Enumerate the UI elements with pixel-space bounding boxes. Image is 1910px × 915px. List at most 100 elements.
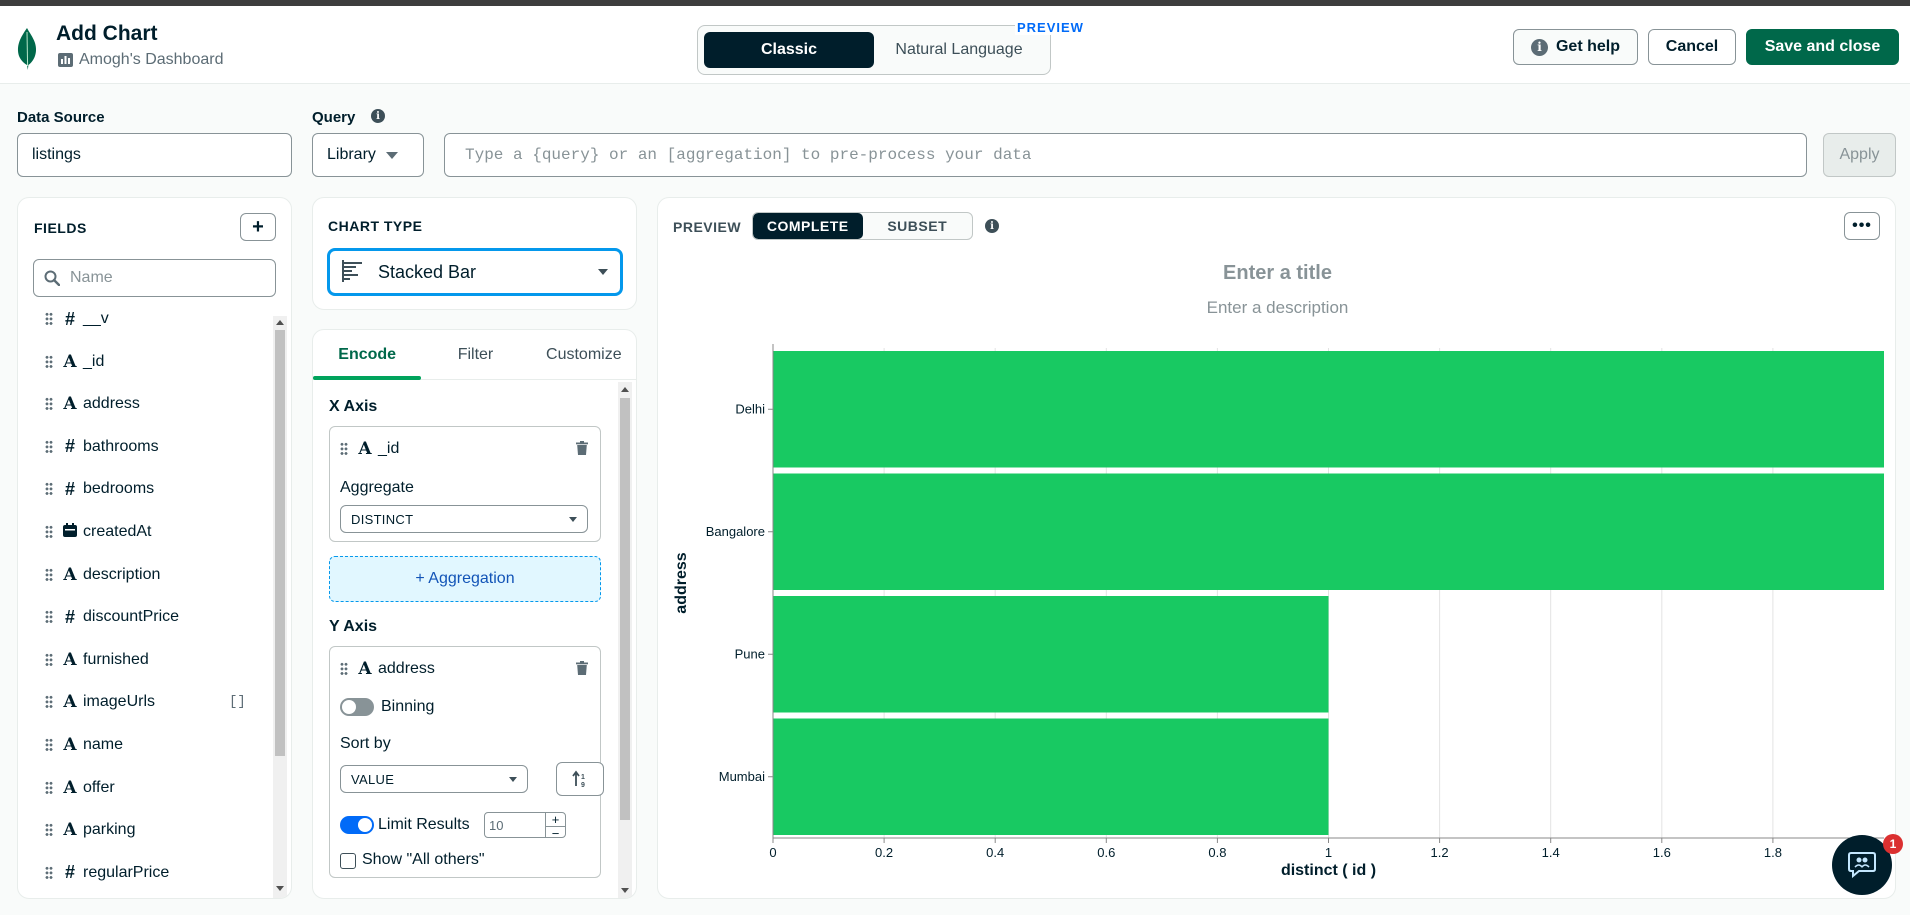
bar[interactable] [773,473,1884,591]
x-axis-label: X Axis [329,398,378,415]
field-item-discountprice[interactable]: # discountPrice [18,597,268,637]
y-tick-label: Bangalore [706,524,765,539]
tab-customize[interactable]: Customize [530,330,636,379]
drag-handle-icon[interactable] [45,865,53,880]
scroll-up-arrow[interactable] [621,387,629,392]
chart-type-select[interactable]: Stacked Bar [327,248,623,296]
field-name: createdAt [83,523,152,540]
field-item-bathrooms[interactable]: # bathrooms [18,427,268,467]
drag-handle-icon[interactable] [45,354,53,369]
apply-button[interactable]: Apply [1823,133,1896,177]
mode-classic-button[interactable]: Classic [704,32,874,68]
y-axis-field[interactable]: A address [340,659,435,679]
sort-by-label: Sort by [340,735,391,752]
sort-by-value: VALUE [351,771,395,787]
tab-filter[interactable]: Filter [421,330,529,379]
drag-handle-icon[interactable] [45,823,53,838]
binning-toggle[interactable] [340,698,374,716]
scrollbar-thumb[interactable] [620,398,630,820]
drag-handle-icon[interactable] [45,780,53,795]
field-item-imageurls[interactable]: AimageUrls [] [18,682,268,722]
encode-scrollbar[interactable] [618,382,632,898]
field-item-v[interactable]: # __v [18,299,268,339]
limit-results-input[interactable]: 10 + − [484,812,566,838]
chart-canvas: Delhi Bangalore Pune Mumbai 0 0.2 0.4 0.6 0.8 1 1.… [673,344,1884,879]
drag-handle-icon[interactable] [340,662,348,676]
scroll-up-arrow[interactable] [276,320,284,325]
scrollbar-thumb[interactable] [275,330,285,756]
limit-results-label: Limit Results [378,816,470,833]
chart-type-title: CHART TYPE [328,218,423,234]
field-item-description[interactable]: Adescription [18,555,268,595]
library-select[interactable]: Library [312,133,424,177]
trash-icon[interactable] [576,441,588,455]
get-help-button[interactable]: i Get help [1513,29,1638,65]
get-help-label: Get help [1555,38,1620,55]
field-item-offer[interactable]: Aoffer [18,768,268,808]
x-axis-field[interactable]: A _id [340,439,399,459]
fields-scrollbar[interactable] [273,316,287,898]
encode-tabs: Encode Filter Customize [313,330,636,380]
y-axis-field-name: address [378,660,435,677]
limit-results-toggle[interactable] [340,816,374,834]
bar[interactable] [773,596,1329,713]
string-type-icon: A [63,564,77,585]
sort-by-select[interactable]: VALUE [340,765,528,793]
field-item-id[interactable]: A _id [18,342,268,382]
tab-encode[interactable]: Encode [313,330,422,380]
drag-handle-icon[interactable] [45,695,53,710]
add-field-button[interactable]: + [240,213,276,241]
x-axis-card: A _id Aggregate DISTINCT [329,426,601,542]
aggregate-select[interactable]: DISTINCT [340,505,588,533]
query-input[interactable] [444,133,1807,177]
increment-icon[interactable]: + [546,813,565,827]
save-and-close-button[interactable]: Save and close [1746,29,1899,65]
field-item-regularprice[interactable]: # regularPrice [18,853,268,893]
y-tick-label: Pune [735,646,765,661]
mode-natural-language-button[interactable]: Natural Language [874,32,1044,68]
drag-handle-icon[interactable] [45,439,53,454]
drag-handle-icon[interactable] [45,482,53,497]
sort-direction-button[interactable]: 19 [556,762,604,796]
drag-handle-icon[interactable] [45,567,53,582]
drag-handle-icon[interactable] [45,397,53,412]
number-type-icon: # [64,862,75,883]
field-item-name[interactable]: Aname [18,725,268,765]
preview-panel: PREVIEW COMPLETE SUBSET i ••• Enter a ti… [657,197,1896,899]
dashboard-name: Amogh's Dashboard [79,51,224,68]
field-item-address[interactable]: Aaddress [18,384,268,424]
info-icon: i [1530,38,1548,56]
field-item-furnished[interactable]: Afurnished [18,640,268,680]
data-source-select[interactable]: listings [17,133,292,177]
scroll-down-arrow[interactable] [621,888,629,893]
field-search-input[interactable] [70,269,250,287]
drag-handle-icon[interactable] [45,525,53,539]
cancel-button[interactable]: Cancel [1648,29,1736,65]
number-type-icon: # [64,308,75,329]
chat-icon [1848,852,1876,879]
trash-icon[interactable] [576,661,588,675]
drag-handle-icon[interactable] [45,312,53,326]
drag-handle-icon[interactable] [45,738,53,752]
bar[interactable] [773,351,1884,468]
string-type-icon: A [63,394,77,415]
drag-handle-icon[interactable] [45,610,53,625]
decrement-icon[interactable]: − [546,827,565,837]
svg-text:1: 1 [581,774,585,781]
limit-stepper[interactable]: + − [545,813,565,837]
x-tick-label: 0.8 [1208,845,1226,860]
field-item-parking[interactable]: Aparking [18,810,268,850]
dashboard-breadcrumb[interactable]: Amogh's Dashboard [58,51,223,69]
query-info-icon[interactable]: i [371,109,385,123]
field-item-createdat[interactable]: createdAt [18,512,268,552]
scroll-down-arrow[interactable] [276,886,284,891]
field-item-bedrooms[interactable]: # bedrooms [18,469,268,509]
show-all-others-checkbox[interactable] [340,853,356,869]
sort-order-icon: 19 [572,770,585,788]
dashboard-icon [58,53,73,67]
drag-handle-icon[interactable] [45,652,53,667]
calendar-icon [61,522,79,542]
bar[interactable] [773,718,1329,836]
add-aggregation-button[interactable]: + Aggregation [329,556,601,602]
drag-handle-icon[interactable] [340,442,348,456]
